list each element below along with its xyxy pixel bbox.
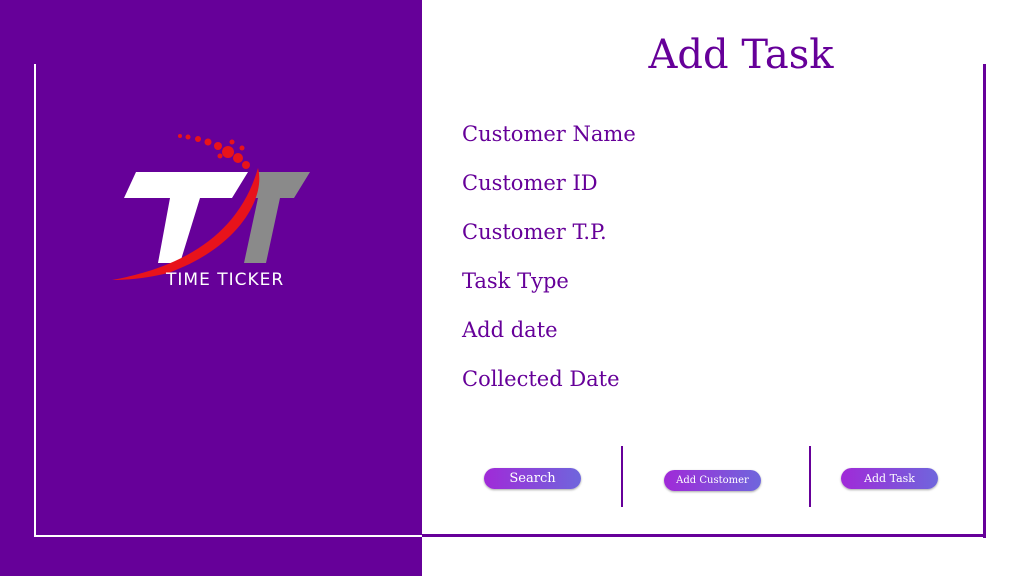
logo-wordmark: TIME TICKER bbox=[166, 270, 285, 290]
add-task-window: TIME TICKER Add Task Customer Name Custo… bbox=[0, 0, 1024, 576]
frame-line-bottom-right bbox=[422, 534, 986, 537]
add-task-button[interactable]: Add Task bbox=[841, 468, 938, 489]
customer-tp-label: Customer T.P. bbox=[462, 220, 607, 244]
search-button[interactable]: Search bbox=[484, 468, 581, 489]
customer-id-label: Customer ID bbox=[462, 171, 598, 195]
button-divider bbox=[621, 446, 623, 507]
task-type-label: Task Type bbox=[462, 269, 569, 293]
logo-red-dots bbox=[178, 134, 250, 169]
add-customer-button[interactable]: Add Customer bbox=[664, 470, 761, 491]
frame-line-bottom-left bbox=[34, 535, 422, 537]
frame-line-left bbox=[34, 64, 36, 537]
task-form: Customer Name Customer ID Customer T.P. … bbox=[462, 118, 962, 412]
page-title: Add Task bbox=[648, 32, 834, 78]
customer-name-label: Customer Name bbox=[462, 122, 636, 146]
logo-white-t bbox=[124, 172, 248, 263]
add-date-label: Add date bbox=[462, 318, 558, 342]
frame-line-right bbox=[983, 64, 986, 538]
button-divider bbox=[809, 446, 811, 507]
collected-date-label: Collected Date bbox=[462, 367, 620, 391]
